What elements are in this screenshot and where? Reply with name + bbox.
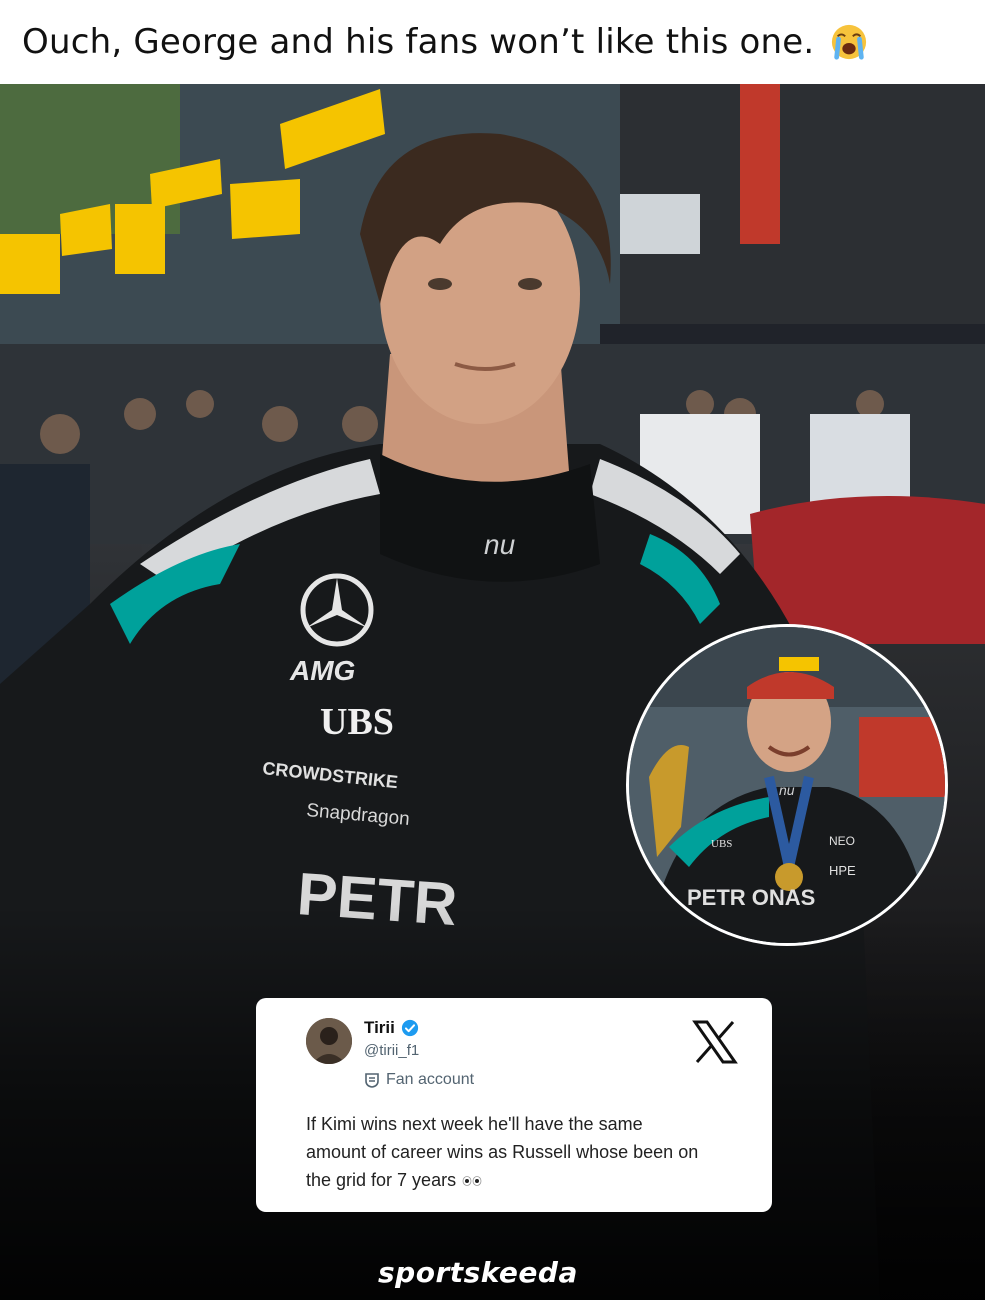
verified-badge-icon bbox=[401, 1019, 419, 1037]
inset-collar-label: nu bbox=[779, 782, 795, 798]
tweet-card[interactable]: Tirii @tirii_f1 Fan account If Kimi wins… bbox=[256, 998, 772, 1212]
fan-account-icon bbox=[365, 1073, 379, 1088]
fan-account-label: Fan account bbox=[386, 1071, 475, 1088]
inset-photo: PETR ONAS NEO HPE UBS nu bbox=[626, 624, 948, 946]
suit-amg-label: AMG bbox=[289, 655, 355, 686]
suit-collar-label: nu bbox=[484, 529, 516, 560]
sportskeeda-logo: sportskeeda bbox=[378, 1256, 578, 1289]
loudly-crying-face-icon bbox=[832, 24, 867, 60]
post-caption: Ouch, George and his fans won’t like thi… bbox=[0, 0, 985, 84]
inset-neo-label: NEO bbox=[829, 834, 855, 848]
eyes-emoji-icon bbox=[462, 1176, 482, 1187]
inset-petronas-label: PETR ONAS bbox=[687, 885, 815, 910]
tweet-avatar[interactable] bbox=[306, 1018, 352, 1064]
tweet-author-name[interactable]: Tirii bbox=[364, 1018, 395, 1038]
tweet-author-handle[interactable]: @tirii_f1 bbox=[364, 1042, 419, 1059]
suit-ubs-label: UBS bbox=[320, 701, 394, 743]
inset-hpe-label: HPE bbox=[829, 863, 856, 878]
inset-illustration: PETR ONAS NEO HPE UBS nu bbox=[629, 627, 945, 943]
caption-text: Ouch, George and his fans won’t like thi… bbox=[22, 22, 815, 62]
inset-ubs-label: UBS bbox=[711, 838, 732, 850]
x-logo-icon[interactable] bbox=[692, 1020, 738, 1064]
tweet-body: If Kimi wins next week he'll have the sa… bbox=[306, 1114, 699, 1190]
tweet-text: If Kimi wins next week he'll have the sa… bbox=[306, 1110, 706, 1194]
